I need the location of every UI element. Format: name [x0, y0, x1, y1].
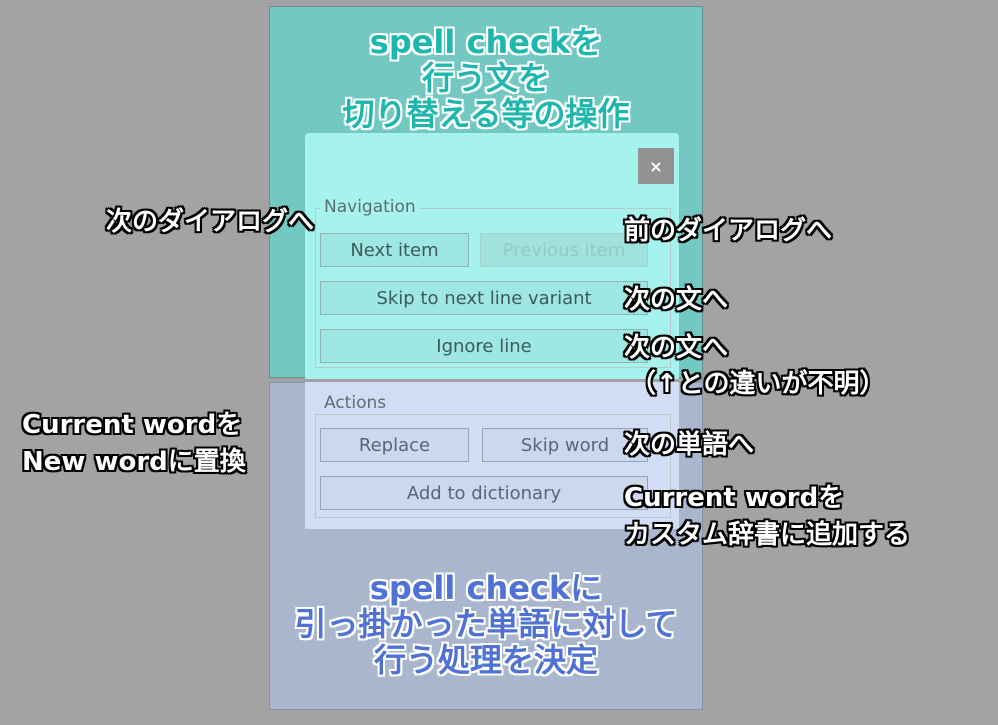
actions-heading-line: 引っ掛かった単語に対して [294, 605, 678, 643]
next-item-annotation: 次のダイアログへ [106, 207, 315, 237]
ignore-line-annotation: 次の文へ [624, 333, 729, 363]
skip-word-annotation: 次の単語へ [624, 430, 755, 460]
navigation-heading-line: 行う文を [421, 59, 550, 97]
replace-button[interactable]: Replace [320, 428, 469, 462]
close-button[interactable]: × [638, 148, 674, 184]
replace-annotation-line: New wordに置換 [22, 447, 246, 477]
skip-to-next-line-variant-button[interactable]: Skip to next line variant [320, 281, 648, 315]
actions-heading-line: 行う処理を決定 [373, 641, 598, 679]
replace-annotation-line: Current wordを [22, 410, 243, 440]
previous-item-button[interactable]: Previous item [480, 233, 648, 267]
navigation-group-label: Navigation [320, 197, 420, 217]
difference-unknown-annotation: （↑との違いが不明） [630, 369, 886, 399]
navigation-heading: spell checkを 行う文を 切り替える等の操作 [269, 24, 703, 132]
next-item-button[interactable]: Next item [320, 233, 469, 267]
ignore-line-button[interactable]: Ignore line [320, 329, 648, 363]
close-icon: × [649, 156, 663, 176]
navigation-heading-line: spell checkを [369, 23, 603, 61]
previous-item-annotation: 前のダイアログへ [624, 216, 833, 246]
navigation-heading-line: 切り替える等の操作 [342, 95, 630, 133]
actions-heading: spell checkに 引っ掛かった単語に対して 行う処理を決定 [269, 570, 703, 678]
spell-check-dialog: × Navigation Next item Previous item Ski… [305, 133, 679, 529]
add-to-dictionary-annotation-line: カスタム辞書に追加する [624, 520, 911, 550]
add-to-dictionary-button[interactable]: Add to dictionary [320, 476, 648, 510]
skip-line-variant-annotation: 次の文へ [624, 285, 729, 315]
add-to-dictionary-annotation-line: Current wordを [624, 483, 845, 513]
actions-group-label: Actions [320, 393, 391, 413]
actions-heading-line: spell checkに [369, 569, 603, 607]
